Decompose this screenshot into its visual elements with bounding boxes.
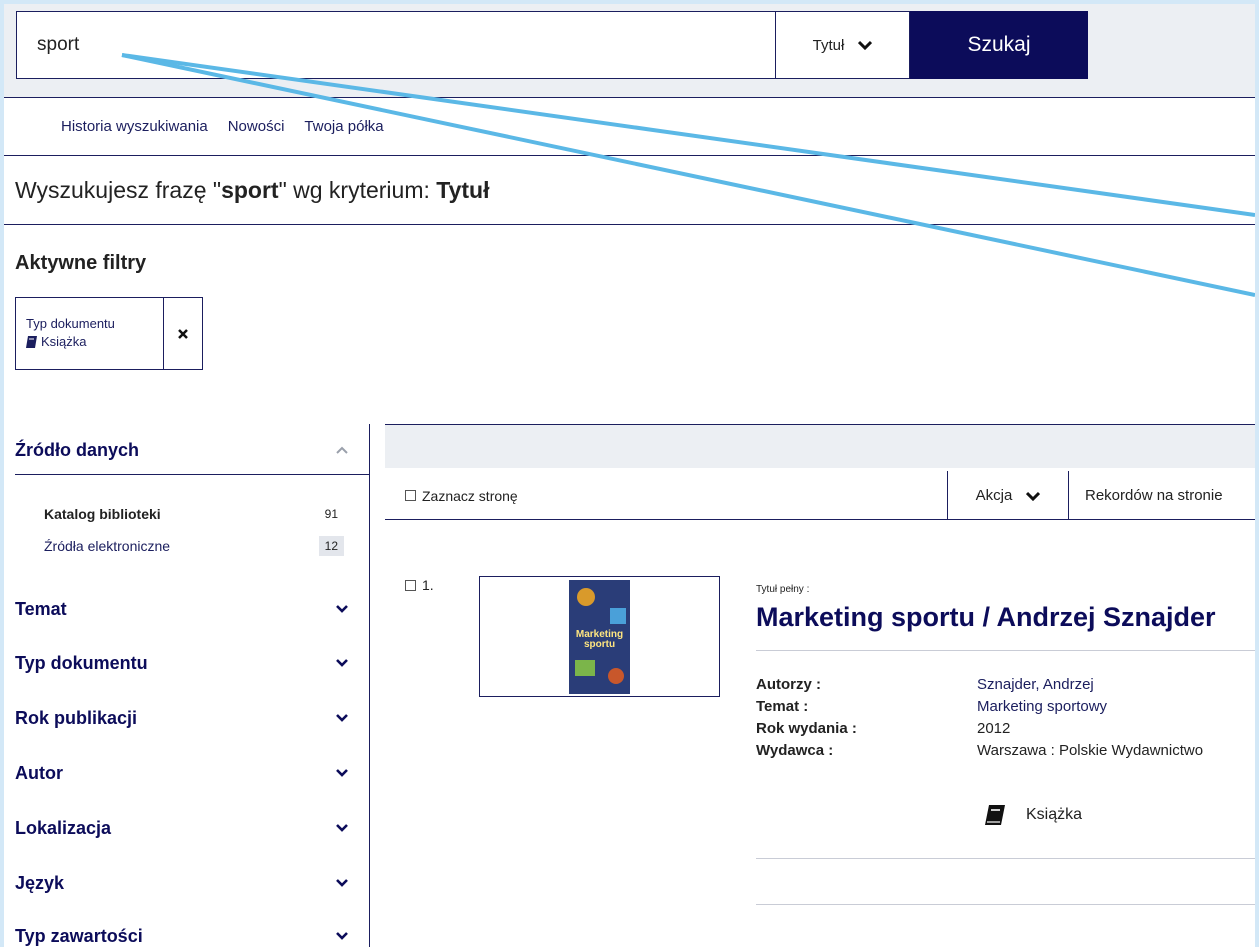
meta-author-link[interactable]: Sznajder, Andrzej <box>977 674 1094 696</box>
checkbox-icon <box>405 490 416 501</box>
active-filters-title: Aktywne filtry <box>15 252 147 274</box>
remove-filter-button[interactable] <box>164 298 202 369</box>
divider <box>756 650 1255 651</box>
meta-key: Wydawca : <box>756 742 834 759</box>
facet-document-type[interactable]: Typ dokumentu <box>4 637 369 689</box>
search-criterion-select[interactable]: Tytuł <box>775 11 910 79</box>
chevron-down-icon <box>336 659 348 667</box>
action-dropdown[interactable]: Akcja <box>947 471 1069 520</box>
heading-prefix: Wyszukujesz frazę " <box>15 176 222 203</box>
nav-item-new[interactable]: Nowości <box>228 118 285 135</box>
chevron-down-icon <box>858 40 873 50</box>
chevron-down-icon <box>336 714 348 722</box>
nav-item-shelf[interactable]: Twoja półka <box>304 118 383 135</box>
facet-language[interactable]: Język <box>4 857 369 909</box>
per-page-label: Rekordów na stronie <box>1085 487 1223 504</box>
meta-topic-link[interactable]: Marketing sportowy <box>977 696 1107 718</box>
select-page-checkbox[interactable]: Zaznacz stronę <box>405 471 518 520</box>
book-icon <box>26 336 37 348</box>
meta-row-publisher: Wydawca : Warszawa : Polskie Wydawnictwo <box>756 740 1203 762</box>
filter-chip-value: Książka <box>41 334 87 349</box>
chevron-down-icon <box>336 605 348 613</box>
results-toolbar: Zaznacz stronę Akcja Rekordów na stronie <box>385 471 1255 520</box>
filter-chip-text: Typ dokumentu Książka <box>16 298 164 369</box>
checkbox-icon <box>405 579 416 591</box>
facet-label: Temat <box>15 598 67 619</box>
facet-source-title: Źródło danych <box>15 439 140 460</box>
book-cover-image: Marketing sportu <box>569 579 630 694</box>
record-select[interactable]: 1. <box>405 577 434 593</box>
meta-key: Temat : <box>756 698 809 715</box>
facet-label: Typ zawartości <box>15 925 143 946</box>
divider <box>15 474 370 475</box>
divider <box>756 858 1255 859</box>
heading-phrase: sport <box>221 176 279 203</box>
records-per-page-dropdown[interactable]: Rekordów na stronie <box>1085 471 1223 520</box>
search-input[interactable] <box>16 11 776 79</box>
facet-label: Autor <box>15 762 63 783</box>
meta-key: Autorzy : <box>756 676 821 693</box>
action-label: Akcja <box>975 487 1013 504</box>
facet-author[interactable]: Autor <box>4 747 369 799</box>
meta-key: Rok wydania : <box>756 720 857 737</box>
record-metadata: Autorzy : Sznajder, Andrzej Temat : Mark… <box>756 674 1203 762</box>
facet-content-type[interactable]: Typ zawartości <box>4 910 369 947</box>
source-item-electronic[interactable]: Źródła elektroniczne 12 <box>44 536 344 556</box>
library-catalog-page: Tytuł Szukaj Historia wyszukiwania Nowoś… <box>4 4 1255 947</box>
results-header-bar <box>385 424 1255 468</box>
chevron-down-icon <box>336 879 348 887</box>
full-title-label: Tytuł pełny : <box>756 584 810 595</box>
chevron-down-icon <box>336 824 348 832</box>
source-item-label: Źródła elektroniczne <box>44 538 171 554</box>
doc-type-label: Książka <box>1026 806 1083 823</box>
select-page-label: Zaznacz stronę <box>422 487 518 504</box>
facet-label: Lokalizacja <box>15 817 112 838</box>
close-icon <box>178 328 188 339</box>
meta-year-value: 2012 <box>977 720 1011 737</box>
record-doc-type: Książka <box>984 804 1082 826</box>
nav-item-history[interactable]: Historia wyszukiwania <box>61 118 208 135</box>
source-count-badge: 91 <box>324 507 338 521</box>
meta-publisher-value: Warszawa : Polskie Wydawnictwo <box>977 742 1204 759</box>
chevron-down-icon <box>336 769 348 777</box>
facet-source-header[interactable]: Źródło danych <box>4 424 369 476</box>
facet-year[interactable]: Rok publikacji <box>4 692 369 744</box>
facet-label: Rok publikacji <box>15 707 138 728</box>
chevron-down-icon <box>336 932 348 940</box>
search-criterion-label: Tytuł <box>812 36 845 54</box>
facet-topic[interactable]: Temat <box>4 583 369 635</box>
search-bar: Tytuł Szukaj <box>4 4 1255 98</box>
record-title[interactable]: Marketing sportu / Andrzej Sznajder <box>756 602 1216 633</box>
record-number: 1. <box>422 577 434 593</box>
filter-chip-label: Typ dokumentu <box>26 316 115 331</box>
active-filter-chip: Typ dokumentu Książka <box>15 297 203 370</box>
source-count-badge: 12 <box>318 536 344 556</box>
cover-title: Marketing sportu <box>575 628 624 650</box>
source-item-label: Katalog biblioteki <box>44 506 161 522</box>
top-nav: Historia wyszukiwania Nowości Twoja półk… <box>4 98 1255 156</box>
facet-label: Język <box>15 872 65 893</box>
divider <box>756 904 1255 905</box>
chevron-down-icon <box>1026 491 1041 501</box>
heading-middle: " wg kryterium: <box>278 176 437 203</box>
search-heading: Wyszukujesz frazę " sport " wg kryterium: … <box>4 156 1255 225</box>
book-icon <box>985 805 1005 825</box>
meta-row-year: Rok wydania : 2012 <box>756 718 1203 740</box>
heading-criterion: Tytuł <box>436 176 490 203</box>
facet-location[interactable]: Lokalizacja <box>4 802 369 854</box>
chevron-up-icon <box>336 446 348 454</box>
frame-edge <box>1255 0 1259 947</box>
meta-row-authors: Autorzy : Sznajder, Andrzej <box>756 674 1203 696</box>
meta-row-topic: Temat : Marketing sportowy <box>756 696 1203 718</box>
search-button[interactable]: Szukaj <box>910 11 1088 79</box>
record-cover[interactable]: Marketing sportu <box>479 576 720 697</box>
facet-label: Typ dokumentu <box>15 652 148 673</box>
source-item-catalog[interactable]: Katalog biblioteki 91 <box>44 504 344 524</box>
